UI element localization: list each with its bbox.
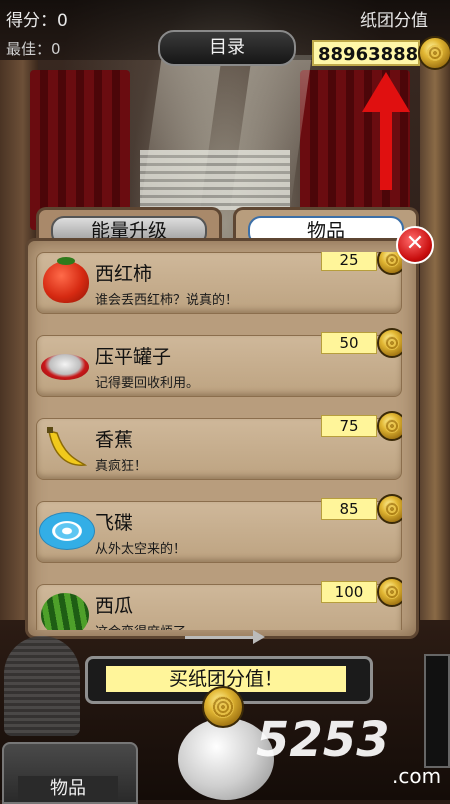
item-description: 记得要回收利用。 — [95, 376, 200, 391]
item-name: 压平罐子 — [95, 346, 172, 368]
price-tag: 85 — [321, 498, 377, 520]
item-description: 这会变得麻烦了。 — [95, 621, 199, 630]
price-tag: 75 — [321, 415, 377, 437]
coin-icon — [377, 411, 402, 441]
watermark-suffix: .com — [392, 764, 442, 788]
item-name: 西瓜 — [95, 595, 134, 617]
items-button[interactable]: 物品 — [18, 776, 118, 802]
crushed-can-icon — [41, 354, 89, 380]
red-arrow-shaft — [380, 110, 392, 190]
best-score-label: 最佳：0 — [6, 40, 61, 58]
list-item[interactable]: 飞碟 从外太空来的！ 85 — [36, 494, 402, 563]
coin-icon — [377, 494, 402, 524]
banana-icon — [47, 427, 88, 466]
close-button[interactable]: ✕ — [396, 226, 434, 264]
list-item[interactable]: 压平罐子 记得要回收利用。 50 — [36, 328, 402, 397]
coin-balance: 88963888 — [312, 40, 420, 66]
item-description: 从外太空来的！ — [95, 542, 187, 557]
coin-icon — [418, 36, 450, 70]
item-description: 谁会丢西红柿？说真的！ — [95, 293, 239, 308]
left-curtain — [30, 70, 130, 230]
item-name: 香蕉 — [95, 429, 134, 451]
item-name: 飞碟 — [95, 512, 134, 534]
tomato-icon — [43, 257, 89, 303]
frisbee-icon — [39, 512, 95, 550]
red-arrow-icon — [362, 72, 410, 112]
menu-button[interactable]: 目录 — [158, 30, 296, 66]
watermark: 5253 — [256, 712, 390, 768]
coin-icon — [202, 686, 244, 728]
watermelon-icon — [41, 593, 89, 630]
power-gauge — [424, 654, 450, 768]
item-list[interactable]: 西红柿 谁会丢西红柿？说真的！ 25 压平罐子 记得要回收利用。 50 香蕉 真… — [36, 252, 402, 630]
list-item[interactable]: 西瓜 这会变得麻烦了。 100 — [36, 577, 402, 630]
list-item[interactable]: 西红柿 谁会丢西红柿？说真的！ 25 — [36, 252, 402, 314]
price-tag: 25 — [321, 252, 377, 271]
paper-value-label: 纸团分值 — [360, 11, 428, 31]
fan-icon — [4, 636, 80, 736]
item-description: 真疯狂！ — [95, 459, 148, 474]
coin-icon — [377, 577, 402, 607]
item-name: 西红柿 — [95, 263, 153, 285]
price-tag: 50 — [321, 332, 377, 354]
score-label: 得分：0 — [6, 11, 68, 31]
price-tag: 100 — [321, 581, 377, 603]
list-item[interactable]: 香蕉 真疯狂！ 75 — [36, 411, 402, 480]
coin-icon — [377, 328, 402, 358]
scroll-arrow-icon — [185, 630, 265, 644]
